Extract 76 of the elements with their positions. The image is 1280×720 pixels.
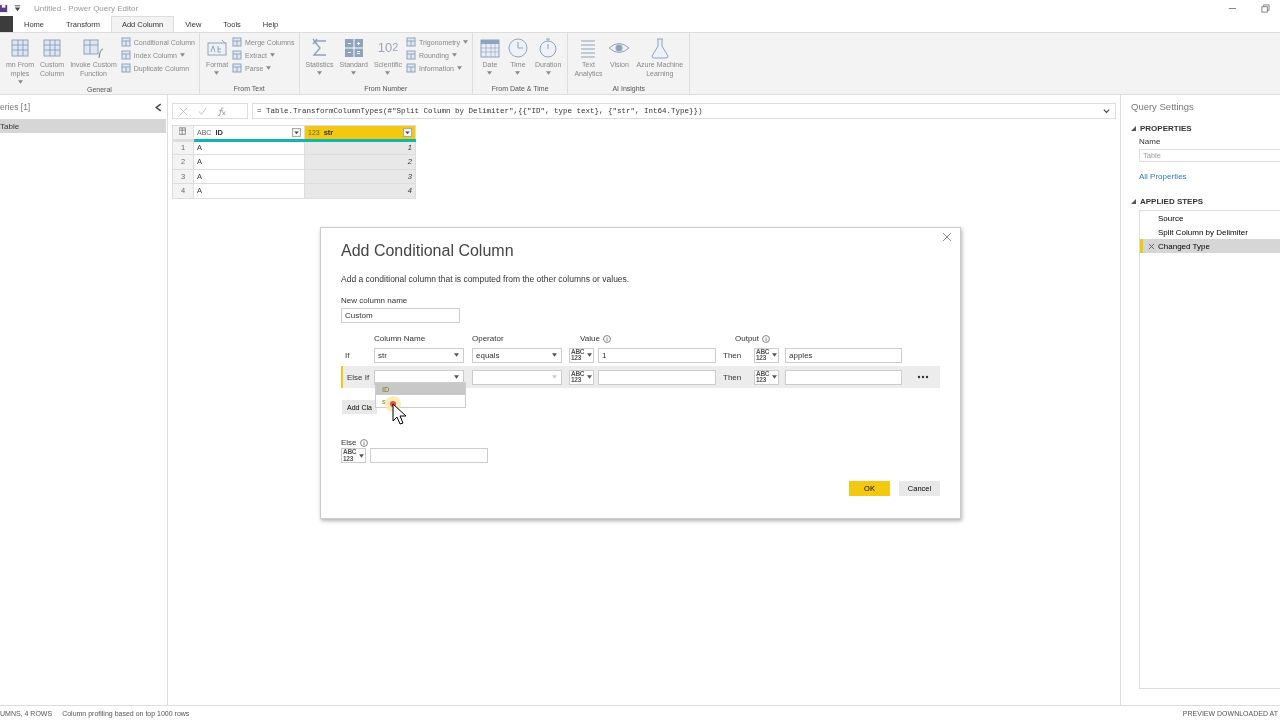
caret-icon [13,3,22,13]
output-field[interactable]: apples [785,347,902,363]
save-icon [0,3,9,13]
field-label: Name [1139,137,1161,146]
column-label: Output [735,334,759,343]
then-label: Then [722,350,743,360]
function-icon [82,37,105,59]
table-icon [41,37,64,59]
clock-icon [506,37,529,59]
close-icon [179,106,188,116]
value-field[interactable] [598,369,716,385]
value-field[interactable]: 1 [598,347,716,363]
dropdown-icon [403,127,412,137]
all-properties-link[interactable]: All Properties [1139,172,1187,181]
column-icon [405,50,416,60]
else-field[interactable] [370,448,488,463]
caret-icon [454,375,459,379]
info-icon [359,438,368,447]
collapse-icon [154,102,163,112]
restore-icon [1261,3,1270,13]
column-label: Value [580,334,600,343]
column-icon [232,50,243,60]
column-icon [120,63,131,73]
pane-title: Query Settings [1131,101,1195,112]
table-icon [9,37,31,59]
column-icon [405,37,416,47]
check-icon [198,106,207,116]
column-icon [405,63,416,73]
caret-icon [772,375,777,379]
dialog-description: Add a conditional column that is computed from the other columns or values. [341,274,631,284]
caret-icon [552,375,557,379]
delete-icon [1148,242,1155,250]
column-icon [232,37,243,47]
info-icon [762,334,770,343]
section-heading: PROPERTIES [1140,124,1192,133]
expand-icon [1102,106,1111,116]
clause-label: If [344,350,351,360]
caret-icon [587,353,592,357]
applied-step[interactable]: Source [1140,211,1280,225]
applied-step[interactable]: Changed Type [1140,239,1280,253]
then-label: Then [722,372,743,382]
caret-icon [552,353,557,357]
function-icon [217,106,226,116]
column-name-field[interactable]: Custom [341,308,460,323]
dialog-title: Add Conditional Column [341,242,515,260]
stopwatch-icon [537,37,560,59]
window-title: Untitled - Power Query Editor [34,3,139,13]
text-format-icon [206,37,228,59]
calculator-icon [342,37,365,59]
column-label: Column Name [374,334,427,343]
caret-icon [454,353,459,357]
caret-icon [587,375,592,379]
column-icon [232,63,243,73]
close-icon [942,232,952,242]
dropdown-field[interactable]: equals [472,347,562,363]
field-label: Else [341,438,357,447]
dropdown-field[interactable]: str [374,347,464,363]
field-label: New column name [341,296,409,305]
query-item[interactable]: Table [0,119,166,133]
caret-icon [359,453,364,458]
column-icon [120,50,131,60]
collapse-icon [1131,199,1136,204]
caret-icon [772,353,777,357]
info-icon [602,334,611,343]
file-tab[interactable] [0,16,13,32]
output-field[interactable] [785,369,902,385]
applied-step[interactable]: Split Column by Delimiter [1140,225,1280,239]
column-label: Operator [472,334,505,343]
pane-title: eries [1] [0,102,31,112]
collapse-icon [1131,126,1136,131]
column-icon [120,37,131,47]
calendar-icon [478,37,501,59]
dropdown-icon [292,127,301,137]
section-heading: APPLIED STEPS [1140,197,1204,206]
clause-label: Else If [346,372,371,382]
flask-icon [648,37,671,59]
